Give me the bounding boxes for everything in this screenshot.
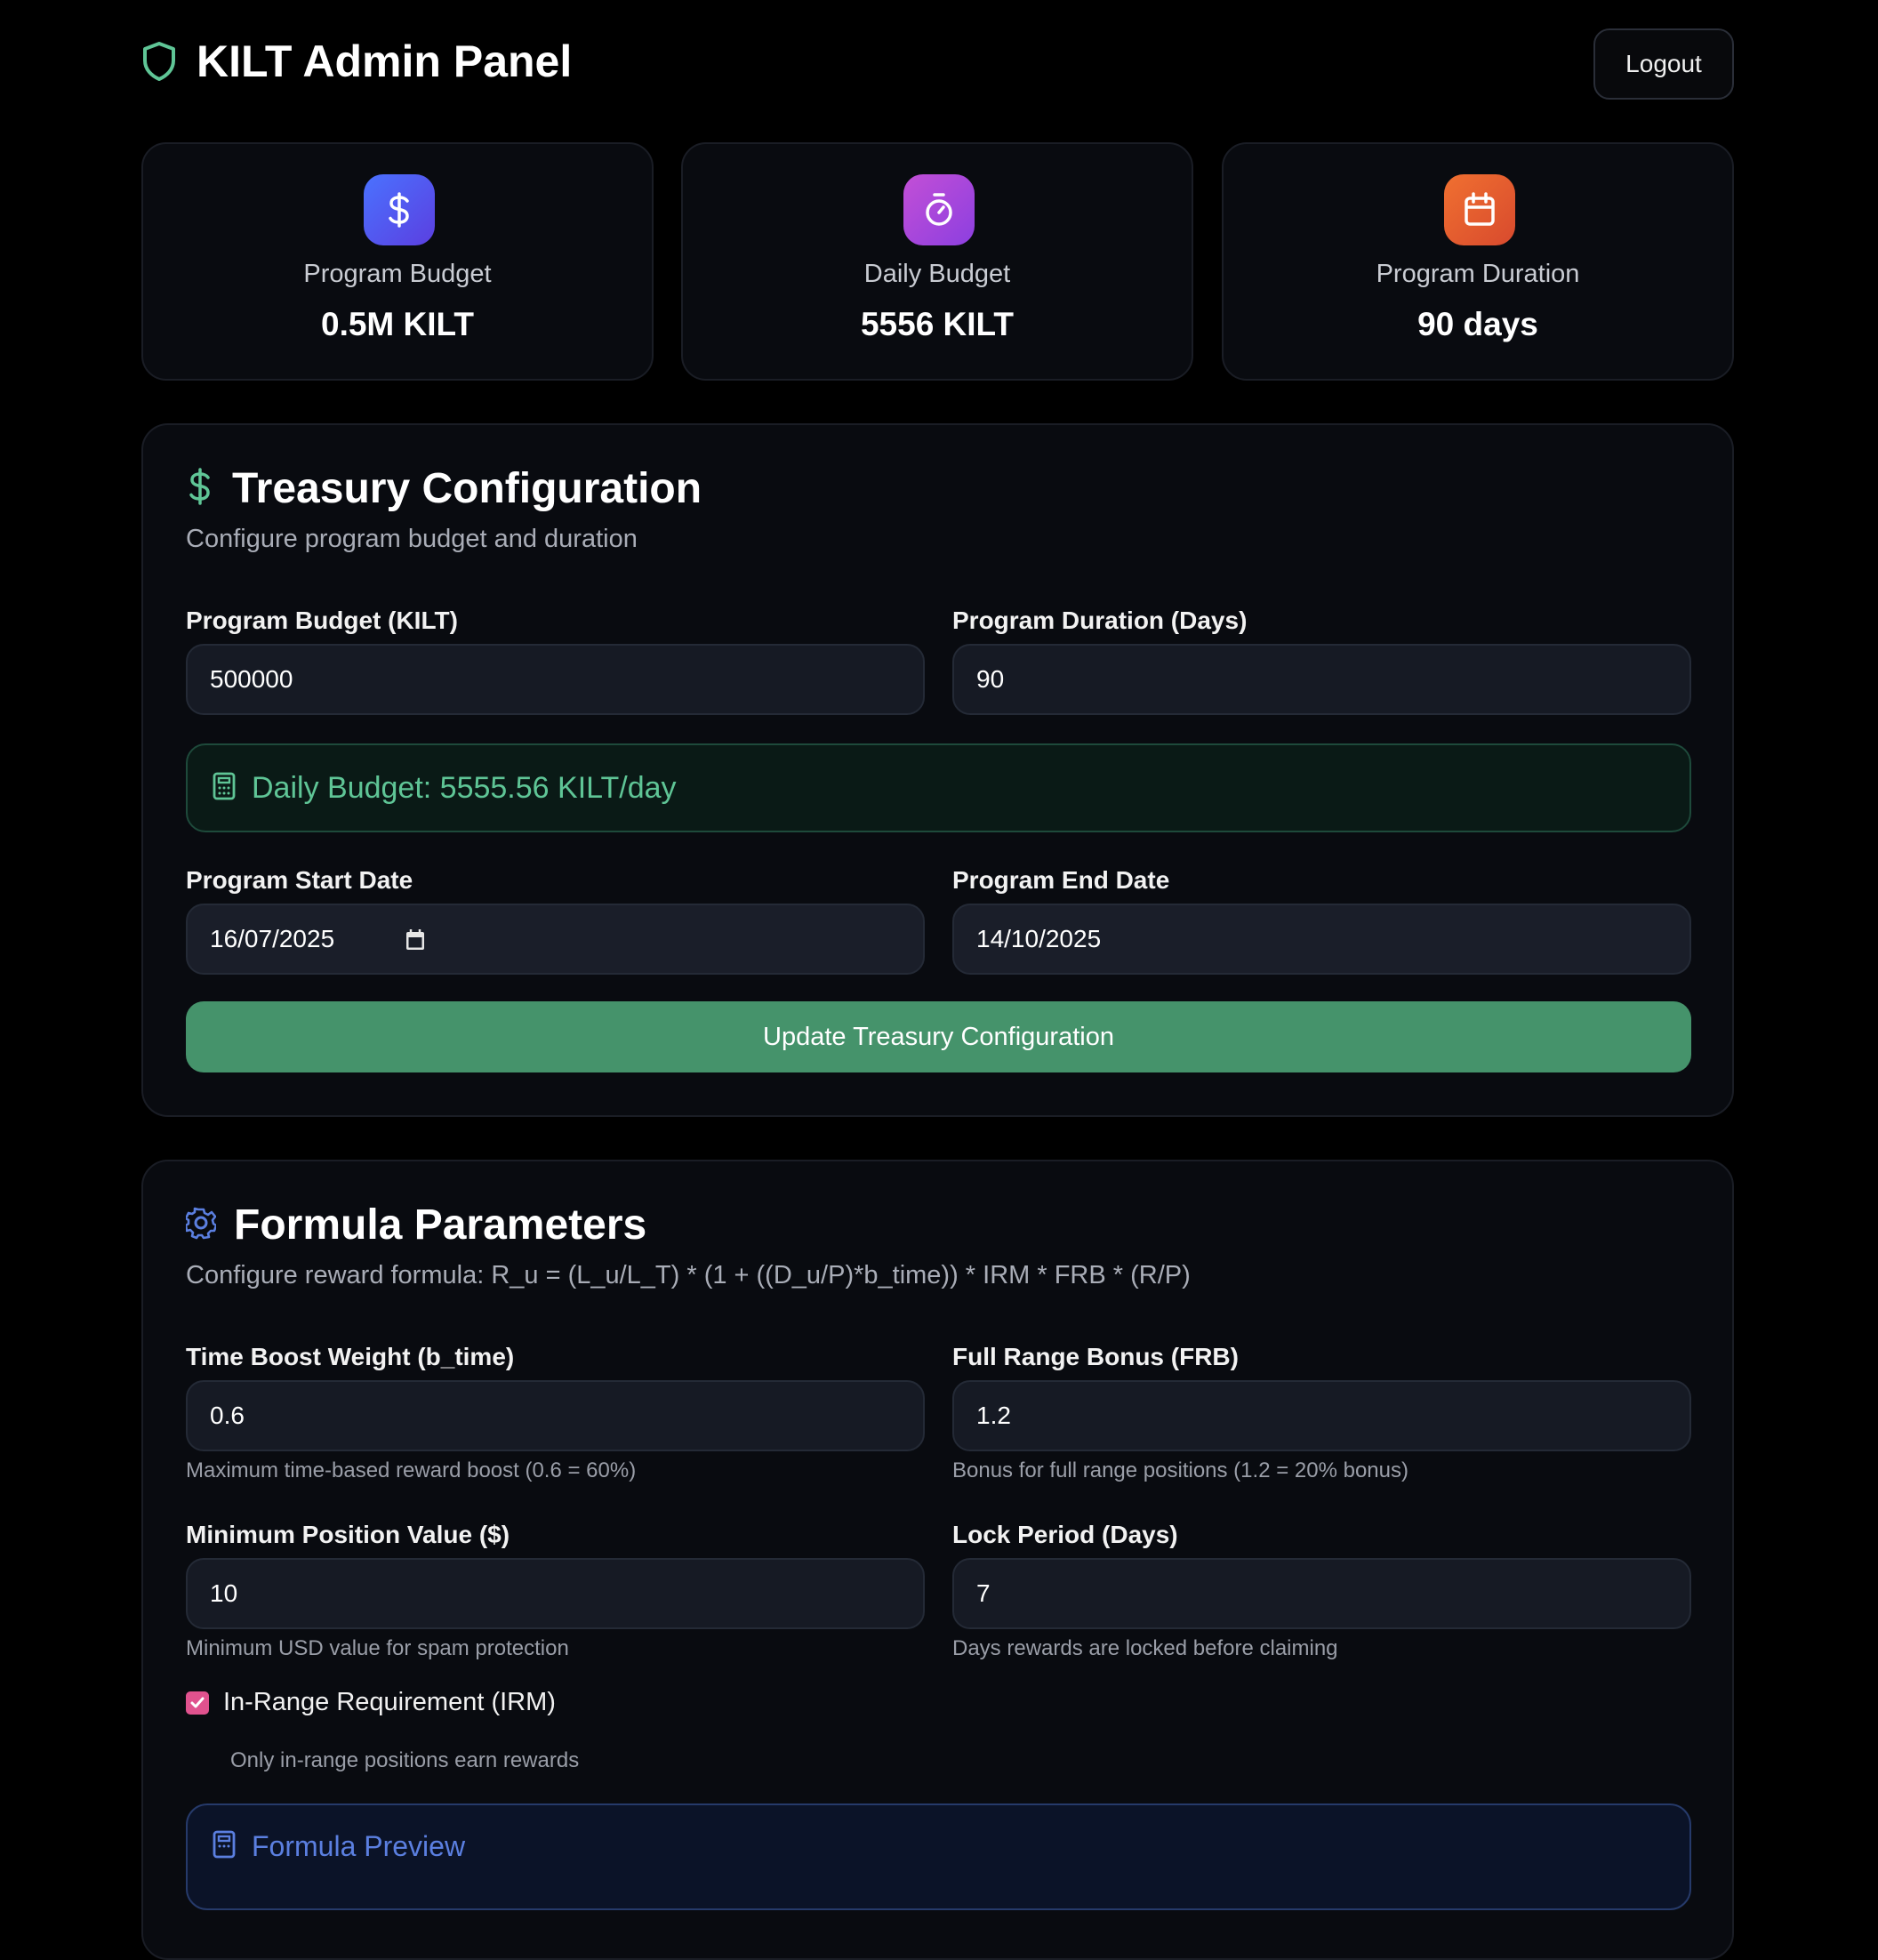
irm-label[interactable]: In-Range Requirement (IRM) bbox=[223, 1688, 556, 1717]
time-boost-input[interactable]: 0.6 bbox=[186, 1380, 925, 1451]
shield-icon bbox=[141, 41, 177, 82]
frb-input[interactable]: 1.2 bbox=[952, 1380, 1691, 1451]
formula-preview-title: Formula Preview bbox=[252, 1830, 466, 1862]
stat-card-program-budget: Program Budget 0.5M KILT bbox=[141, 142, 654, 381]
treasury-panel: Treasury Configuration Configure program… bbox=[141, 423, 1734, 1117]
lock-period-hint: Days rewards are locked before claiming bbox=[952, 1636, 1338, 1660]
stat-label: Program Budget bbox=[303, 260, 492, 288]
frb-hint: Bonus for full range positions (1.2 = 20… bbox=[952, 1458, 1408, 1482]
stat-label: Daily Budget bbox=[863, 260, 1011, 288]
lock-period-input[interactable]: 7 bbox=[952, 1558, 1691, 1629]
stat-value: 0.5M KILT bbox=[321, 306, 474, 342]
formula-preview-box: Formula Preview bbox=[186, 1803, 1691, 1910]
header: KILT Admin Panel Logout bbox=[141, 28, 1734, 100]
calculator-icon bbox=[213, 1830, 236, 1863]
program-budget-input[interactable]: 500000 bbox=[186, 644, 925, 715]
min-position-input[interactable]: 10 bbox=[186, 1558, 925, 1629]
min-position-label: Minimum Position Value ($) bbox=[186, 1521, 510, 1548]
logout-button[interactable]: Logout bbox=[1593, 28, 1734, 100]
irm-hint: Only in-range positions earn rewards bbox=[230, 1748, 580, 1772]
timer-icon bbox=[903, 174, 975, 245]
daily-budget-banner: Daily Budget: 5555.56 KILT/day bbox=[186, 743, 1691, 832]
update-treasury-button[interactable]: Update Treasury Configuration bbox=[186, 1001, 1691, 1072]
start-date-input[interactable]: 16/07/2025 bbox=[186, 904, 925, 975]
program-budget-label: Program Budget (KILT) bbox=[186, 606, 458, 634]
stat-value: 90 days bbox=[1417, 306, 1538, 342]
formula-title: Formula Parameters bbox=[234, 1201, 647, 1249]
calculator-icon bbox=[213, 772, 236, 805]
brand: KILT Admin Panel bbox=[141, 36, 572, 87]
stat-value: 5556 KILT bbox=[860, 306, 1015, 342]
app-title: KILT Admin Panel bbox=[197, 36, 573, 86]
time-boost-label: Time Boost Weight (b_time) bbox=[186, 1343, 515, 1370]
check-icon bbox=[190, 1697, 205, 1708]
stat-label: Program Duration bbox=[1376, 260, 1580, 288]
min-position-hint: Minimum USD value for spam protection bbox=[186, 1636, 569, 1660]
formula-title-row: Formula Parameters bbox=[184, 1201, 647, 1249]
dollar-icon bbox=[364, 174, 435, 245]
gear-icon bbox=[184, 1202, 218, 1248]
formula-panel: Formula Parameters Configure reward form… bbox=[141, 1160, 1734, 1960]
treasury-subtitle: Configure program budget and duration bbox=[186, 525, 638, 553]
start-date-value: 16/07/2025 bbox=[210, 925, 335, 952]
program-duration-input[interactable]: 90 bbox=[952, 644, 1691, 715]
start-date-label: Program Start Date bbox=[186, 866, 413, 894]
time-boost-hint: Maximum time-based reward boost (0.6 = 6… bbox=[186, 1458, 637, 1482]
frb-label: Full Range Bonus (FRB) bbox=[952, 1343, 1239, 1370]
stat-card-daily-budget: Daily Budget 5556 KILT bbox=[681, 142, 1193, 381]
end-date-label: Program End Date bbox=[952, 866, 1170, 894]
calendar-picker-icon[interactable] bbox=[405, 928, 426, 958]
treasury-title: Treasury Configuration bbox=[232, 465, 702, 512]
irm-checkbox[interactable] bbox=[186, 1691, 209, 1715]
end-date-input[interactable]: 14/10/2025 bbox=[952, 904, 1691, 975]
program-duration-label: Program Duration (Days) bbox=[952, 606, 1248, 634]
stat-card-program-duration: Program Duration 90 days bbox=[1222, 142, 1734, 381]
calendar-icon bbox=[1444, 174, 1515, 245]
formula-subtitle: Configure reward formula: R_u = (L_u/L_T… bbox=[186, 1261, 1191, 1289]
daily-budget-text: Daily Budget: 5555.56 KILT/day bbox=[252, 770, 677, 805]
treasury-title-row: Treasury Configuration bbox=[186, 464, 702, 513]
stats-row: Program Budget 0.5M KILT Daily Budget 55… bbox=[141, 142, 1734, 381]
formula-preview-header: Formula Preview bbox=[213, 1830, 465, 1863]
lock-period-label: Lock Period (Days) bbox=[952, 1521, 1178, 1548]
dollar-icon bbox=[186, 466, 214, 511]
